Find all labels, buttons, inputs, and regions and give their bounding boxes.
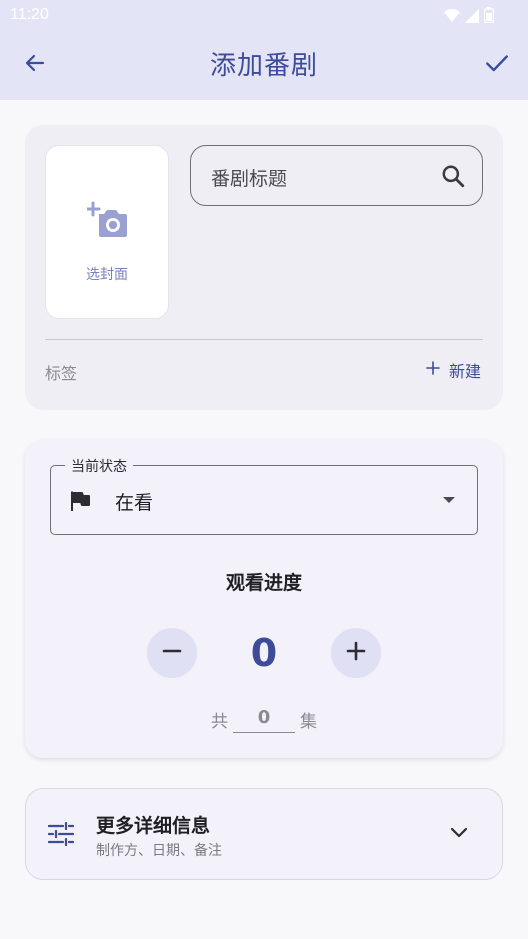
wifi-icon [444,8,460,27]
tags-label: 标签 [45,364,78,383]
tune-icon [47,821,75,850]
cover-picker[interactable]: 选封面 [45,145,169,319]
flag-icon [69,490,91,516]
confirm-button[interactable] [482,50,512,80]
new-tag-button[interactable]: 新建 [425,358,481,382]
page-title: 添加番剧 [209,51,318,81]
status-legend: 当前状态 [65,456,133,476]
total-episodes-input[interactable]: 0 [233,705,295,733]
plus-icon [346,641,366,665]
title-placeholder: 番剧标题 [211,168,288,190]
watch-status-card: 当前状态 在看 观看进度 0 共 0 集 [25,440,503,758]
total-prefix: 共 [211,712,228,732]
title-input[interactable]: 番剧标题 [190,145,483,206]
status-time: 11:20 [10,6,49,23]
total-suffix: 集 [300,712,317,732]
status-dropdown[interactable]: 当前状态 在看 [50,456,478,535]
plus-icon [425,360,441,380]
increment-button[interactable] [331,628,381,678]
status-value: 在看 [115,492,154,514]
cover-label: 选封面 [86,267,128,283]
battery-icon [483,7,495,27]
status-icons [444,7,495,27]
top-app-bar: 11:20 添加番剧 [0,0,528,100]
new-tag-label: 新建 [448,362,481,381]
progress-count: 0 [250,631,278,675]
basic-info-card: 选封面 番剧标题 标签 新建 [25,125,503,410]
status-bar: 11:20 [0,0,528,30]
chevron-down-icon [450,825,468,844]
more-details-title: 更多详细信息 [96,815,211,837]
more-details-subtitle: 制作方、日期、备注 [96,843,222,859]
add-photo-icon [85,200,129,244]
dropdown-caret-icon [443,497,455,503]
search-icon[interactable] [440,163,466,193]
more-details-card[interactable]: 更多详细信息 制作方、日期、备注 [25,788,503,880]
signal-icon [465,8,479,27]
check-icon [484,50,510,80]
total-episodes-row: 共 0 集 [25,705,503,733]
divider [45,339,483,340]
progress-title: 观看进度 [225,572,302,594]
